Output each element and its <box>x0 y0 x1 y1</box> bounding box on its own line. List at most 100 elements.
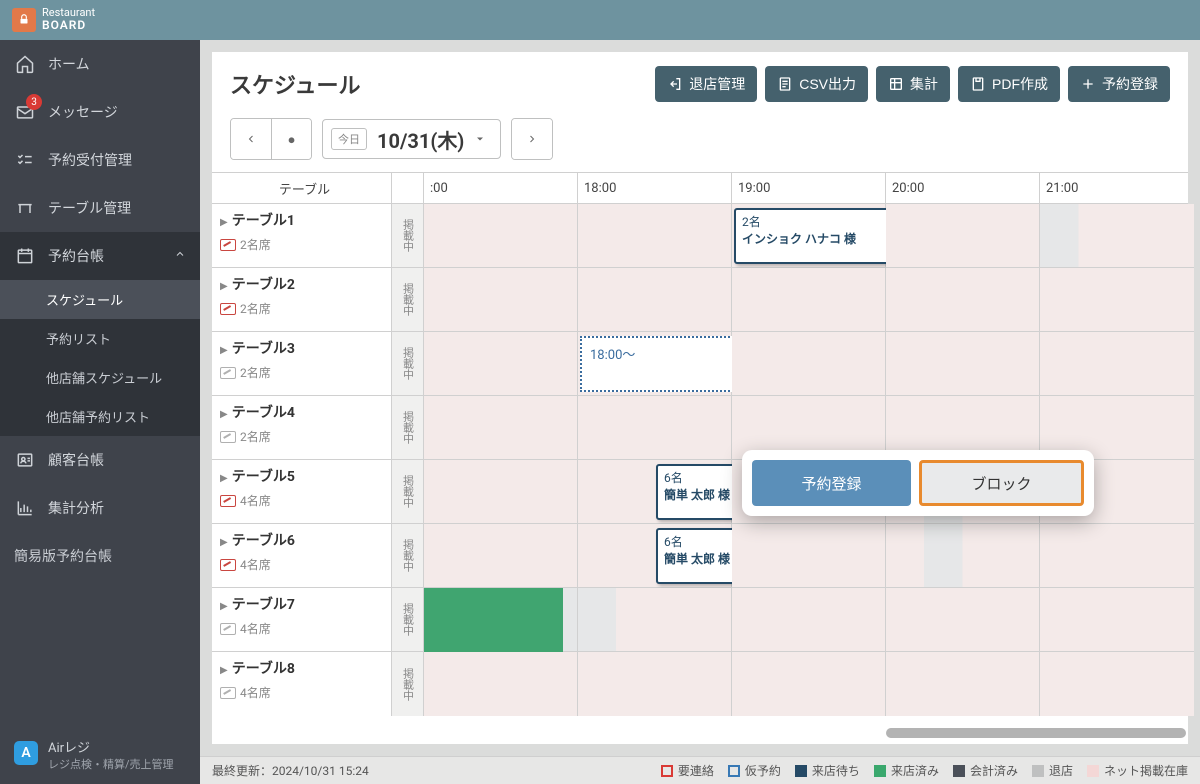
time-slot[interactable] <box>732 652 886 716</box>
time-slot[interactable] <box>886 524 1040 588</box>
nav-customers[interactable]: 顧客台帳 <box>0 436 200 484</box>
keisai-cell: 掲載中 <box>392 332 424 396</box>
table-row-header[interactable]: ▶テーブル5 4名席 <box>212 460 392 524</box>
time-slot[interactable] <box>424 396 578 460</box>
chart-icon <box>14 498 36 518</box>
time-slot[interactable] <box>424 460 578 524</box>
air-icon: A <box>14 741 38 765</box>
time-slot[interactable] <box>886 652 1040 716</box>
table-row-header[interactable]: ▶テーブル6 4名席 <box>212 524 392 588</box>
logo-name: BOARD <box>42 18 86 32</box>
caret-icon: ▶ <box>220 601 228 612</box>
time-slot[interactable]: 6名 簡単 太郎 様 <box>578 460 732 524</box>
time-slot[interactable]: 6名 簡単 太郎 様 <box>578 524 732 588</box>
keisai-cell: 掲載中 <box>392 588 424 652</box>
table-row-header[interactable]: ▶テーブル7 4名席 <box>212 588 392 652</box>
aggregate-button[interactable]: 集計 <box>876 66 950 102</box>
new-reservation-button[interactable]: 予約登録 <box>1068 66 1170 102</box>
time-slot[interactable] <box>1040 332 1194 396</box>
current-marker-button[interactable]: ● <box>271 119 311 159</box>
prev-day-button[interactable] <box>231 119 271 159</box>
close-manage-button[interactable]: 退店管理 <box>655 66 757 102</box>
popover-block-button[interactable]: ブロック <box>919 460 1084 506</box>
pdf-button[interactable]: PDF作成 <box>958 66 1060 102</box>
next-day-button[interactable] <box>512 119 552 159</box>
time-slot[interactable] <box>578 588 732 652</box>
nav-label: ホーム <box>48 54 90 74</box>
nav-reservation-accept[interactable]: 予約受付管理 <box>0 136 200 184</box>
col-header-table: テーブル <box>212 173 392 203</box>
caret-icon: ▶ <box>220 665 228 676</box>
nav-analytics[interactable]: 集計分析 <box>0 484 200 532</box>
time-slot[interactable] <box>1040 652 1194 716</box>
nav-label: 予約台帳 <box>48 246 104 266</box>
caret-icon: ▶ <box>220 217 228 228</box>
seat-icon <box>220 303 236 315</box>
time-slot[interactable] <box>886 588 1040 652</box>
date-selector[interactable]: 今日 10/31(木) <box>322 119 501 159</box>
col-header-keisai <box>392 173 424 203</box>
time-slot[interactable] <box>424 332 578 396</box>
legend-item: 会計済み <box>953 762 1018 779</box>
time-slot[interactable] <box>424 652 578 716</box>
time-slot[interactable] <box>424 204 578 268</box>
block-marker[interactable] <box>424 588 563 652</box>
air-title[interactable]: Airレジ <box>48 741 174 758</box>
nav-ledger[interactable]: 予約台帳 <box>0 232 200 280</box>
time-slot[interactable]: 2名 インショク ハナコ 様 H <box>732 204 886 268</box>
horizontal-scrollbar[interactable] <box>886 728 1186 738</box>
checklist-icon <box>14 150 36 170</box>
page-title: スケジュール <box>230 68 647 100</box>
nav-messages[interactable]: メッセージ 3 <box>0 88 200 136</box>
keisai-cell: 掲載中 <box>392 460 424 524</box>
time-slot[interactable] <box>732 332 886 396</box>
table-row-header[interactable]: ▶テーブル3 2名席 <box>212 332 392 396</box>
legend-item: 要連絡 <box>661 762 714 779</box>
time-slot[interactable] <box>424 268 578 332</box>
chevron-up-icon <box>174 248 186 264</box>
time-slot[interactable] <box>578 204 732 268</box>
messages-badge: 3 <box>26 94 42 110</box>
time-slot[interactable]: 18:00〜 <box>578 332 732 396</box>
legend-item: 来店待ち <box>795 762 860 779</box>
popover-reserve-button[interactable]: 予約登録 <box>752 460 911 506</box>
keisai-cell: 掲載中 <box>392 268 424 332</box>
last-updated: 最終更新：2024/10/31 15:24 <box>212 762 369 779</box>
logo-icon <box>12 8 36 32</box>
subnav-other-list[interactable]: 他店舗予約リスト <box>0 397 200 436</box>
table-row-header[interactable]: ▶テーブル8 4名席 <box>212 652 392 716</box>
legend-item: 来店済み <box>874 762 939 779</box>
nav-home[interactable]: ホーム <box>0 40 200 88</box>
table-row-header[interactable]: ▶テーブル1 2名席 <box>212 204 392 268</box>
nav-label: 集計分析 <box>48 498 104 518</box>
time-slot[interactable] <box>424 524 578 588</box>
time-slot[interactable] <box>1040 524 1194 588</box>
seat-icon <box>220 367 236 379</box>
table-row-header[interactable]: ▶テーブル2 2名席 <box>212 268 392 332</box>
time-slot[interactable] <box>732 588 886 652</box>
time-slot[interactable] <box>424 588 578 652</box>
time-slot[interactable] <box>886 268 1040 332</box>
nav-table-manage[interactable]: テーブル管理 <box>0 184 200 232</box>
time-slot[interactable] <box>886 332 1040 396</box>
time-slot[interactable] <box>578 652 732 716</box>
time-slot[interactable] <box>886 204 1040 268</box>
subnav-reservation-list[interactable]: 予約リスト <box>0 319 200 358</box>
nav-simple-ledger[interactable]: 簡易版予約台帳 <box>0 532 200 580</box>
csv-export-button[interactable]: CSV出力 <box>765 66 868 102</box>
caret-icon: ▶ <box>220 281 228 292</box>
today-pill: 今日 <box>331 128 367 150</box>
time-slot[interactable] <box>1040 204 1194 268</box>
nav-label: テーブル管理 <box>48 198 131 218</box>
table-row-header[interactable]: ▶テーブル4 2名席 <box>212 396 392 460</box>
subnav-other-schedule[interactable]: 他店舗スケジュール <box>0 358 200 397</box>
subnav-schedule[interactable]: スケジュール <box>0 280 200 319</box>
time-slot[interactable] <box>1040 588 1194 652</box>
time-slot[interactable] <box>732 524 886 588</box>
keisai-cell: 掲載中 <box>392 204 424 268</box>
time-slot[interactable] <box>578 396 732 460</box>
time-slot[interactable] <box>578 268 732 332</box>
time-slot[interactable] <box>1040 268 1194 332</box>
time-slot[interactable] <box>732 268 886 332</box>
keisai-cell: 掲載中 <box>392 524 424 588</box>
